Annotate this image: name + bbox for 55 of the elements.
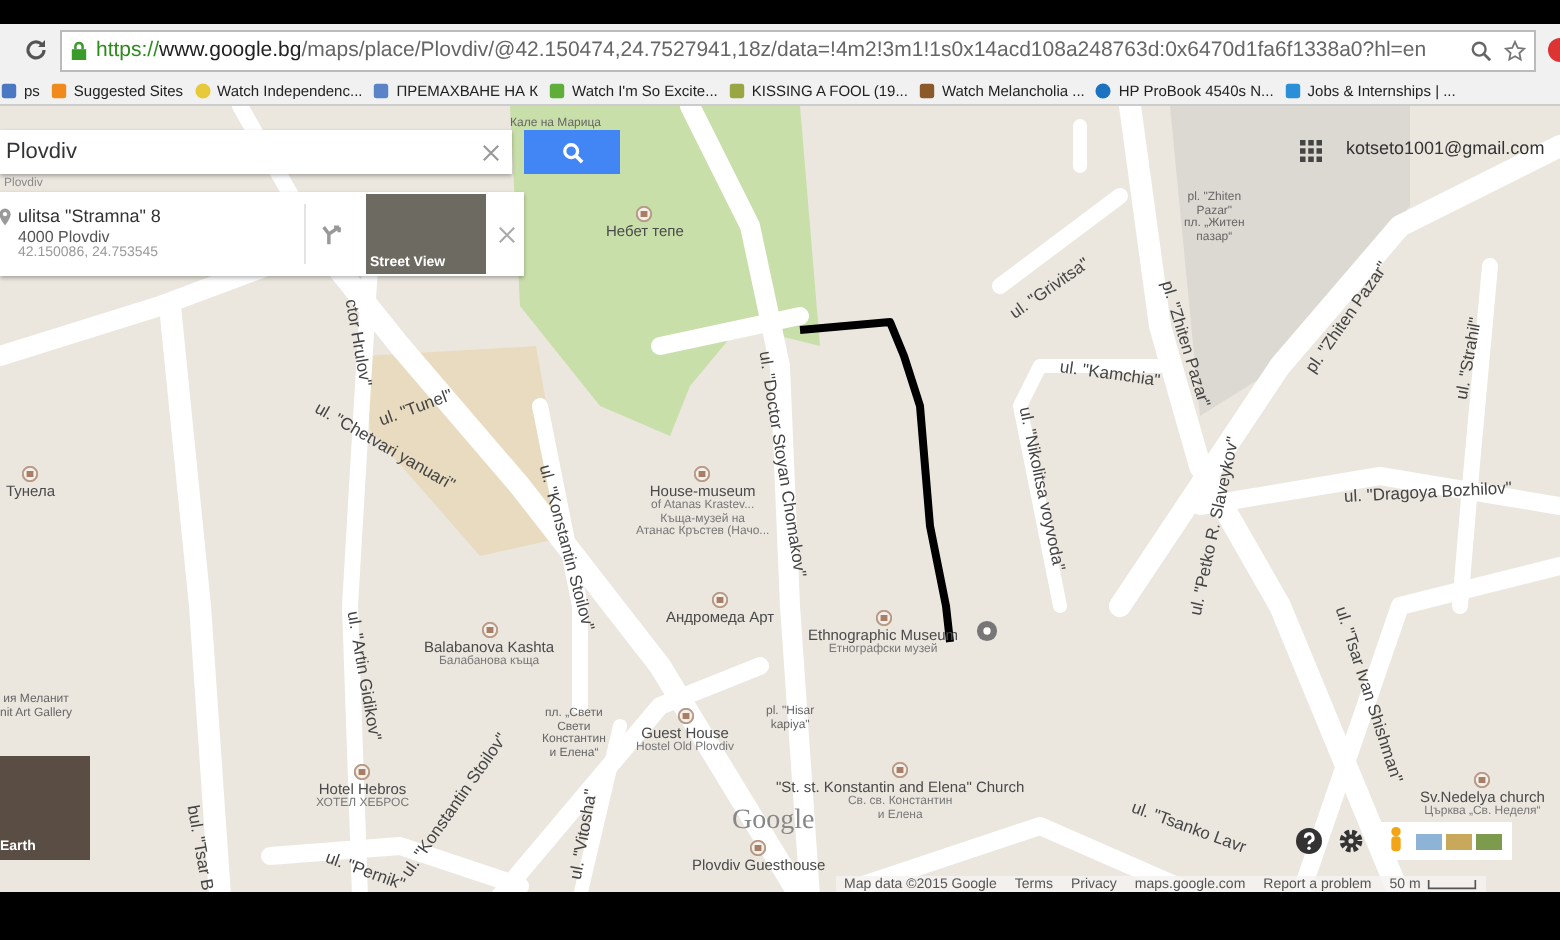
url-scheme: https://	[96, 38, 160, 62]
bookmark-favicon-icon	[548, 81, 567, 99]
landmark-icon	[22, 466, 39, 482]
bookmark-favicon-icon	[917, 81, 936, 99]
url-path: /maps/place/Plovdiv/@42.150474,24.7527941,18z/data=!4m2!3m1!1s0x14acd108a248763d:0x6470d1fa6f1338a0?hl=en	[301, 38, 1429, 62]
street-label: ul. "Petko R. Slaveykov"	[1186, 435, 1243, 618]
bookmark-favicon-icon	[1094, 81, 1113, 99]
settings-icon[interactable]	[1338, 828, 1364, 854]
street-label: ul. "Dragoya Bozhilov"	[1343, 479, 1513, 507]
place-address: 4000 Plovdiv	[18, 227, 112, 246]
landmark-icon	[677, 708, 694, 724]
star-icon[interactable]	[1504, 39, 1526, 61]
address-bar[interactable]: https://www.google.bg/maps/place/Plovdiv/@42.150474,24.7527941,18z/data=!4m2!3m1!1s0x14acd108a248763d:0x6470d1fa6f1338a0?hl=en	[60, 29, 1536, 71]
bookmark-favicon-icon	[193, 81, 212, 99]
landmark-icon	[875, 610, 892, 626]
reload-icon[interactable]	[24, 38, 48, 62]
landmark-icon	[712, 592, 729, 608]
close-icon[interactable]	[498, 225, 516, 243]
bookmark-favicon-icon	[49, 81, 68, 99]
landmark-icon	[892, 762, 909, 778]
account-email[interactable]: kotseto1001@gmail.com	[1346, 138, 1545, 158]
bookmark-favicon-icon	[1283, 81, 1302, 99]
landmark-icon	[694, 466, 711, 482]
scale-bar-icon	[1426, 880, 1479, 890]
search-value: Plovdiv	[6, 140, 79, 164]
street-label: bul. "Tsar B	[182, 803, 217, 892]
street-label: ctor Hrulov"	[340, 297, 375, 388]
directions-icon[interactable]	[322, 222, 346, 246]
search-button[interactable]	[524, 130, 620, 174]
street-label: ul. "Kamchia"	[1058, 358, 1162, 391]
satellite-thumbnails-icon[interactable]	[1416, 831, 1504, 851]
location-marker-icon	[976, 620, 998, 642]
landmark-icon	[636, 206, 653, 222]
landmark-icon	[750, 840, 767, 856]
search-field[interactable]: Plovdiv	[0, 130, 512, 174]
street-label: ul. "Strahil"	[1452, 316, 1486, 401]
street-label: ul. "Nikolitsa voyvoda"	[1014, 405, 1068, 573]
url-host: www.google.bg	[159, 38, 302, 62]
clear-icon[interactable]	[482, 143, 500, 161]
bookmark-favicon-icon	[372, 81, 391, 99]
place-title: ulitsa "Stramna" 8	[18, 206, 163, 228]
street-label: pl. "Zhiten Pazar"	[1157, 278, 1214, 410]
landmark-icon	[1474, 772, 1491, 788]
help-icon[interactable]	[1296, 828, 1322, 854]
street-label: ul. "Vitosha"	[566, 787, 602, 881]
landmark-icon	[481, 622, 498, 638]
street-label: ul. "Artin Gidikov"	[342, 609, 384, 743]
search-icon	[561, 141, 583, 163]
zoom-icon[interactable]	[1470, 39, 1492, 61]
landmark-icon	[354, 764, 371, 780]
apps-grid-icon[interactable]	[1300, 140, 1322, 162]
bookmark-favicon-icon	[727, 81, 746, 99]
bookmark-favicon-icon	[0, 81, 18, 99]
lock-icon	[70, 39, 88, 61]
google-logo: Google	[732, 806, 815, 838]
